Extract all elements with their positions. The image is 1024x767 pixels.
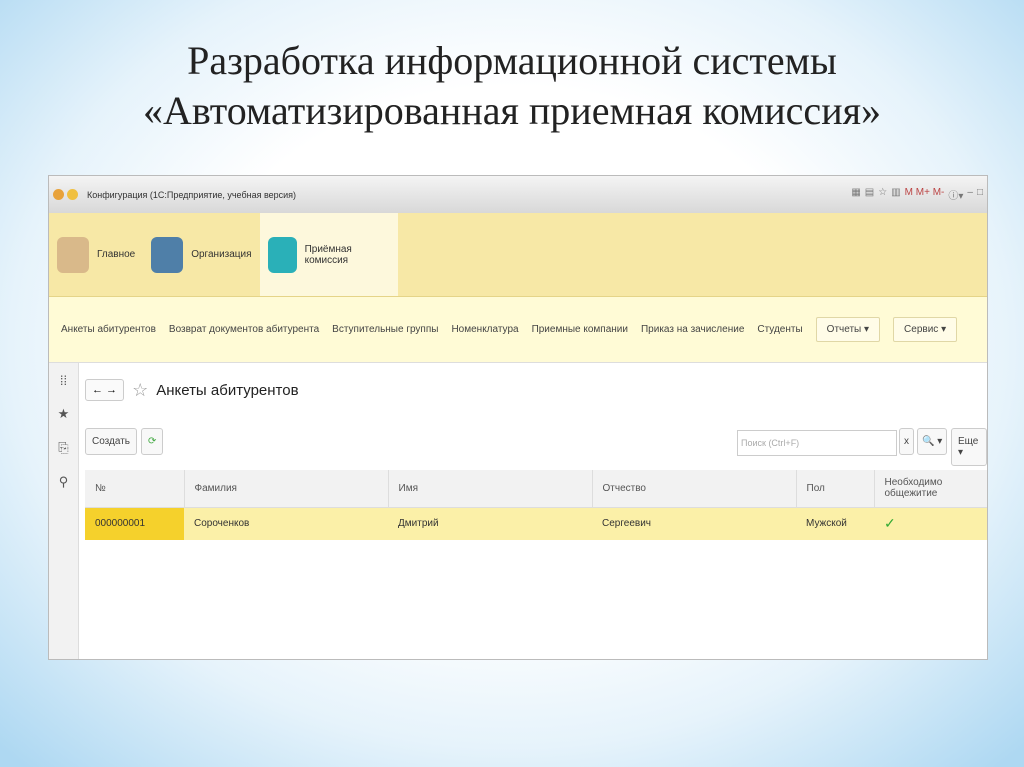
- section-nav: Анкеты абитурентов Возврат документов аб…: [49, 297, 987, 363]
- cell-patronymic: Сергеевич: [592, 507, 796, 540]
- form-area: ← → ☆ Анкеты абитурентов Создать ⟳ Поиск…: [85, 363, 987, 659]
- search-button[interactable]: 🔍 ▾: [917, 428, 948, 455]
- more-button[interactable]: Еще ▾: [951, 428, 987, 466]
- save-icon[interactable]: ▦: [851, 187, 860, 202]
- nav-nomenclature[interactable]: Номенклатура: [451, 324, 518, 335]
- maximize-icon[interactable]: □: [977, 187, 983, 202]
- table-row[interactable]: 000000001 Сороченков Дмитрий Сергеевич М…: [85, 507, 987, 540]
- slide-title: Разработка информационной системы «Автом…: [0, 36, 1024, 136]
- col-dormitory[interactable]: Необходимо общежитие: [874, 470, 987, 508]
- search-input[interactable]: Поиск (Ctrl+F): [737, 430, 897, 456]
- admissions-icon: [267, 236, 297, 273]
- section-organization[interactable]: Организация: [143, 213, 259, 296]
- cell-name: Дмитрий: [388, 507, 592, 540]
- title-line-1: Разработка информационной системы: [187, 38, 837, 83]
- cell-gender: Мужской: [796, 507, 874, 540]
- favorites-star-icon[interactable]: ★: [58, 406, 70, 422]
- info-icon[interactable]: ⓘ▾: [948, 187, 963, 202]
- refresh-icon[interactable]: ⟳: [141, 428, 164, 455]
- minimize-icon[interactable]: –: [967, 187, 973, 202]
- nav-returns[interactable]: Возврат документов абитурента: [169, 324, 319, 335]
- search-icon[interactable]: ⚲: [59, 474, 69, 490]
- left-panel: ⁞⁞ ★ ⎘ ⚲: [49, 363, 79, 659]
- col-patronymic[interactable]: Отчество: [592, 470, 797, 508]
- applicants-table: № Фамилия Имя Отчество Пол Необходимо об…: [85, 470, 987, 540]
- service-dropdown[interactable]: Сервис ▾: [893, 317, 958, 342]
- favorites-icon[interactable]: ☆: [878, 187, 887, 202]
- print-icon[interactable]: ▤: [865, 187, 874, 202]
- nav-enrollment[interactable]: Приказ на зачисление: [641, 324, 744, 335]
- col-gender[interactable]: Пол: [796, 470, 875, 508]
- star-icon[interactable]: ☆: [132, 380, 148, 401]
- main-icon: [57, 236, 89, 273]
- cell-number: 000000001: [85, 507, 184, 540]
- nav-applicants[interactable]: Анкеты абитурентов: [61, 324, 156, 335]
- checkmark-icon: ✓: [874, 507, 987, 540]
- reports-dropdown[interactable]: Отчеты ▾: [815, 317, 881, 342]
- col-number[interactable]: №: [85, 470, 185, 508]
- memory-buttons[interactable]: M M+ M-: [905, 187, 945, 202]
- section-label: Приёмная комиссия: [304, 243, 352, 266]
- section-label: Организация: [191, 249, 252, 260]
- page-title: Анкеты абитурентов: [156, 381, 299, 399]
- col-surname[interactable]: Фамилия: [184, 470, 389, 508]
- section-label: Главное: [97, 249, 136, 260]
- organization-icon: [151, 236, 184, 273]
- menu-icon[interactable]: [67, 189, 78, 200]
- calc-icon[interactable]: ▥: [891, 187, 900, 202]
- window-title: Конфигурация (1С:Предприятие, учебная ве…: [87, 189, 297, 200]
- app-logo-icon: [53, 189, 64, 200]
- menu-grid-icon[interactable]: ⁞⁞: [60, 373, 67, 388]
- table-header: № Фамилия Имя Отчество Пол Необходимо об…: [85, 470, 987, 508]
- history-icon[interactable]: ⎘: [58, 440, 68, 456]
- title-line-2: «Автоматизированная приемная комиссия»: [142, 88, 881, 133]
- app-window: Конфигурация (1С:Предприятие, учебная ве…: [48, 175, 988, 660]
- col-name[interactable]: Имя: [388, 470, 593, 508]
- create-button[interactable]: Создать: [85, 428, 138, 455]
- window-toolbar: ▦ ▤ ☆ ▥ M M+ M- ⓘ▾ – □: [851, 187, 987, 202]
- section-main[interactable]: Главное: [49, 213, 143, 296]
- back-forward-buttons[interactable]: ← →: [85, 379, 125, 401]
- nav-campaigns[interactable]: Приемные компании: [532, 324, 628, 335]
- sections-panel: Главное Организация Приёмная комиссия: [49, 213, 987, 297]
- section-admissions[interactable]: Приёмная комиссия: [259, 213, 398, 296]
- nav-students[interactable]: Студенты: [757, 324, 802, 335]
- clear-search-button[interactable]: x: [899, 428, 914, 455]
- title-bar: Конфигурация (1С:Предприятие, учебная ве…: [49, 176, 987, 213]
- cell-surname: Сороченков: [184, 507, 388, 540]
- nav-groups[interactable]: Вступительные группы: [332, 324, 438, 335]
